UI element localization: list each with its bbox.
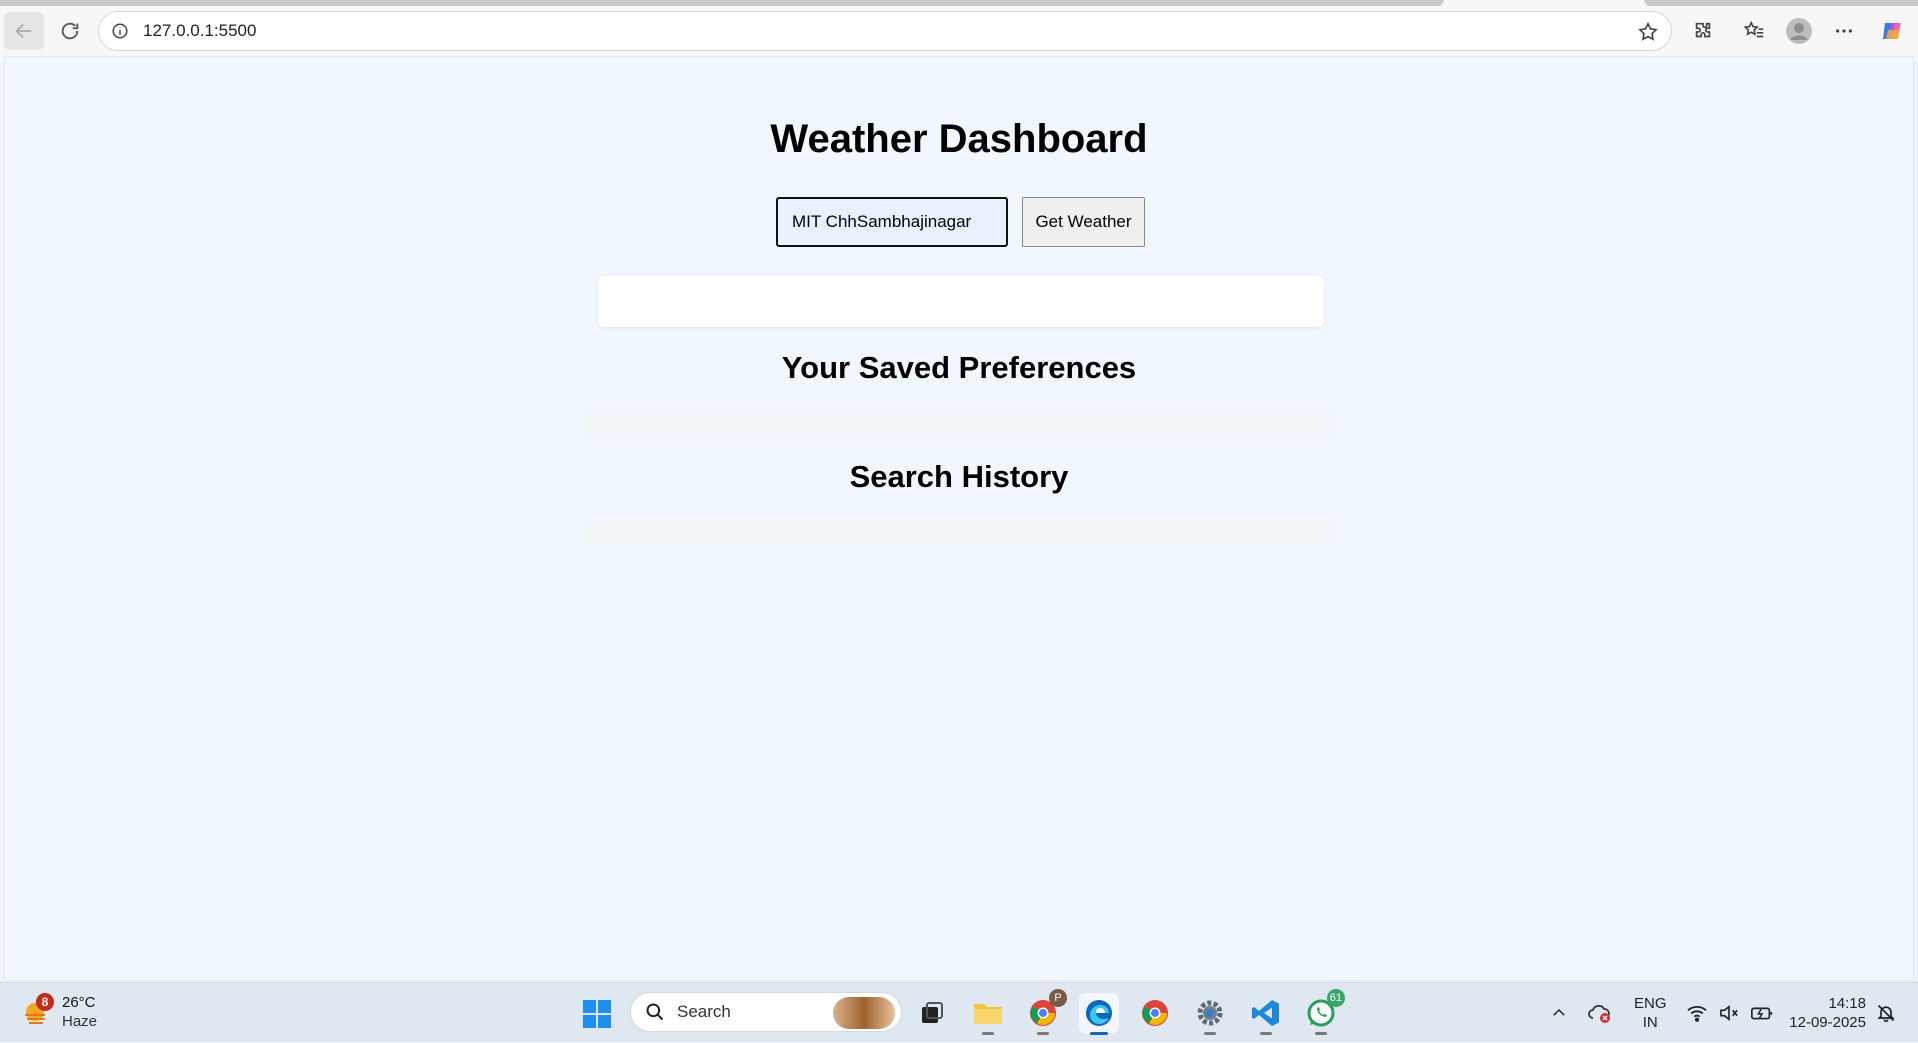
notifications-button[interactable] [1876, 983, 1896, 1043]
settings-button[interactable] [1190, 993, 1230, 1035]
whatsapp-notification-badge: 61 [1326, 989, 1345, 1007]
tab-strip-right [1644, 0, 1918, 6]
favorites-list-icon [1743, 20, 1764, 38]
favorite-star-icon[interactable] [1637, 21, 1659, 43]
search-form: Get Weather [776, 197, 1145, 247]
page-title: Weather Dashboard [770, 117, 1148, 161]
more-options-button[interactable] [1827, 14, 1861, 48]
task-view-button[interactable] [912, 993, 952, 1033]
chrome-icon [1142, 1000, 1168, 1026]
extensions-button[interactable] [1686, 14, 1720, 48]
avatar-icon [1786, 18, 1812, 44]
tab-strip [0, 0, 1444, 6]
weather-widget[interactable]: 8 26°C Haze [22, 993, 97, 1031]
chevron-up-icon [1553, 1008, 1565, 1016]
browser-toolbar: 127.0.0.1:5500 [0, 0, 1918, 62]
weather-temperature: 26°C [62, 994, 96, 1011]
saved-preferences-heading: Your Saved Preferences [781, 350, 1137, 385]
search-highlight-image [833, 997, 895, 1029]
edge-icon [1086, 1000, 1112, 1026]
arrow-left-icon [15, 23, 32, 39]
language-indicator[interactable]: ENG IN [1634, 983, 1667, 1043]
running-indicator [1260, 1032, 1272, 1035]
battery-charging-icon [1751, 1007, 1773, 1020]
wifi-icon [1687, 1006, 1707, 1022]
weather-result-card [598, 276, 1324, 327]
favorites-button[interactable] [1737, 14, 1771, 48]
chrome-profile-button[interactable]: P [1023, 989, 1067, 1035]
clock-time: 14:18 [1828, 995, 1866, 1012]
city-input[interactable] [776, 197, 1008, 247]
quick-settings-button[interactable] [1686, 983, 1774, 1043]
running-indicator [982, 1032, 994, 1035]
start-button[interactable] [582, 999, 612, 1029]
folder-icon [974, 1004, 1002, 1024]
saved-preferences-list [585, 411, 1337, 436]
taskbar: 8 26°C Haze Search P 61 ENG IN 14:18 12-… [0, 982, 1918, 1042]
weather-badge: 8 [36, 993, 54, 1011]
url-text[interactable]: 127.0.0.1:5500 [143, 21, 256, 41]
system-clock[interactable]: 14:18 12-09-2025 [1789, 994, 1866, 1032]
task-view-icon [922, 1002, 943, 1023]
reload-button[interactable] [50, 12, 90, 50]
cloud-error-icon [1588, 1004, 1610, 1023]
windows-logo-icon [583, 1000, 611, 1028]
language-code: ENG [1634, 995, 1667, 1012]
taskbar-search-label: Search [677, 1002, 731, 1021]
notification-bell-icon [1877, 1004, 1895, 1023]
chrome-button[interactable] [1135, 993, 1175, 1033]
copilot-icon [1883, 23, 1901, 39]
profile-button[interactable] [1782, 14, 1816, 48]
more-dots-icon [1835, 29, 1853, 33]
running-indicator [1037, 1032, 1049, 1035]
reload-icon [61, 22, 79, 40]
search-history-list [585, 520, 1337, 545]
haze-weather-icon: 8 [22, 993, 54, 1027]
page-viewport: Weather Dashboard Get Weather Your Saved… [4, 56, 1914, 981]
volume-muted-icon [1720, 1005, 1738, 1021]
address-bar[interactable]: 127.0.0.1:5500 [98, 11, 1672, 51]
show-hidden-icons-button[interactable] [1550, 983, 1568, 1043]
search-icon [646, 1003, 664, 1021]
info-icon[interactable] [111, 22, 129, 40]
vscode-icon [1252, 1000, 1279, 1026]
file-explorer-button[interactable] [968, 993, 1008, 1035]
region-code: IN [1642, 1014, 1658, 1031]
weather-condition: Haze [62, 1013, 98, 1030]
taskbar-search[interactable]: Search [630, 992, 902, 1032]
running-indicator [1204, 1032, 1216, 1035]
gear-icon [1197, 1000, 1223, 1026]
vscode-button[interactable] [1246, 993, 1286, 1035]
active-indicator [1090, 1032, 1108, 1035]
copilot-button[interactable] [1876, 14, 1910, 48]
running-indicator [1315, 1032, 1327, 1035]
puzzle-icon [1695, 22, 1711, 38]
edge-button[interactable] [1079, 993, 1119, 1035]
search-history-heading: Search History [849, 459, 1069, 494]
clock-date: 12-09-2025 [1789, 1014, 1866, 1031]
get-weather-button[interactable]: Get Weather [1022, 197, 1145, 247]
whatsapp-button[interactable]: 61 [1301, 989, 1345, 1035]
cloud-status-button[interactable] [1588, 983, 1612, 1043]
profile-badge: P [1049, 989, 1067, 1007]
back-button[interactable] [4, 12, 44, 50]
